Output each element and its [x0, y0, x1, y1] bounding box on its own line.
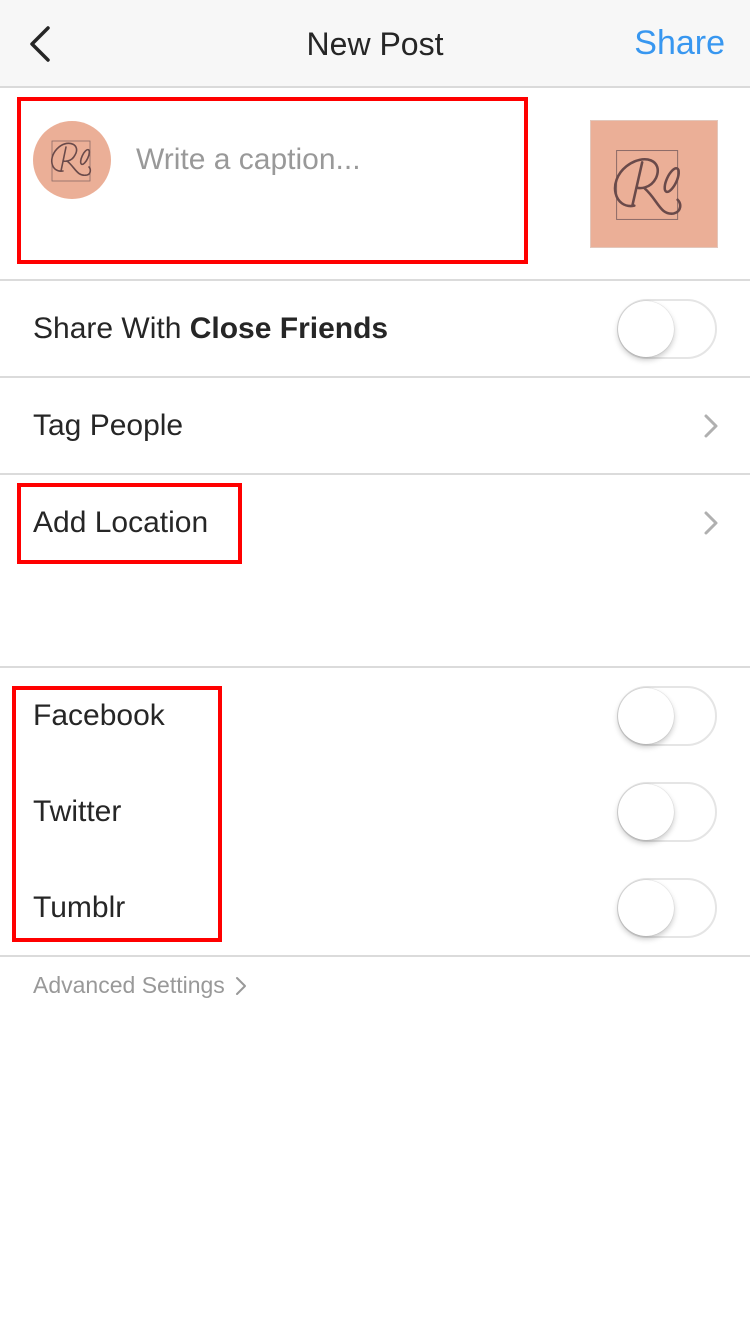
add-location-row[interactable]: Add Location — [0, 475, 750, 571]
twitter-label: Twitter — [33, 795, 122, 828]
toggle-knob — [618, 880, 674, 936]
add-location-label: Add Location — [33, 506, 209, 539]
share-facebook-row: Facebook — [0, 668, 750, 764]
share-button[interactable]: Share — [634, 24, 725, 63]
tag-people-row[interactable]: Tag People — [0, 378, 750, 474]
new-post-screen: New Post Share Share With Close Friends — [0, 0, 750, 1334]
share-twitter-row: Twitter — [0, 764, 750, 860]
toggle-knob — [618, 301, 674, 357]
advanced-settings-label: Advanced Settings — [33, 972, 225, 998]
chevron-right-icon — [702, 412, 720, 440]
chevron-right-icon — [235, 976, 246, 995]
facebook-label: Facebook — [33, 699, 165, 732]
avatar — [33, 121, 111, 199]
tag-people-label: Tag People — [33, 409, 184, 442]
post-thumbnail[interactable] — [590, 120, 718, 248]
toggle-knob — [618, 784, 674, 840]
toggle-knob — [618, 688, 674, 744]
tumblr-toggle[interactable] — [617, 878, 717, 938]
advanced-settings-link[interactable]: Advanced Settings — [33, 972, 247, 999]
ro-logo-icon — [51, 140, 92, 182]
twitter-toggle[interactable] — [617, 782, 717, 842]
close-friends-row: Share With Close Friends — [0, 281, 750, 377]
back-button[interactable] — [22, 22, 62, 66]
tumblr-label: Tumblr — [33, 891, 126, 924]
close-friends-label: Share With Close Friends — [33, 312, 389, 345]
divider — [0, 955, 750, 957]
ro-logo-icon — [613, 150, 682, 220]
caption-input[interactable] — [136, 138, 516, 182]
caption-section — [0, 90, 750, 280]
close-friends-toggle[interactable] — [617, 299, 717, 359]
share-tumblr-row: Tumblr — [0, 860, 750, 956]
facebook-toggle[interactable] — [617, 686, 717, 746]
nav-header: New Post Share — [0, 0, 750, 88]
chevron-left-icon — [30, 26, 50, 62]
chevron-right-icon — [702, 509, 720, 537]
